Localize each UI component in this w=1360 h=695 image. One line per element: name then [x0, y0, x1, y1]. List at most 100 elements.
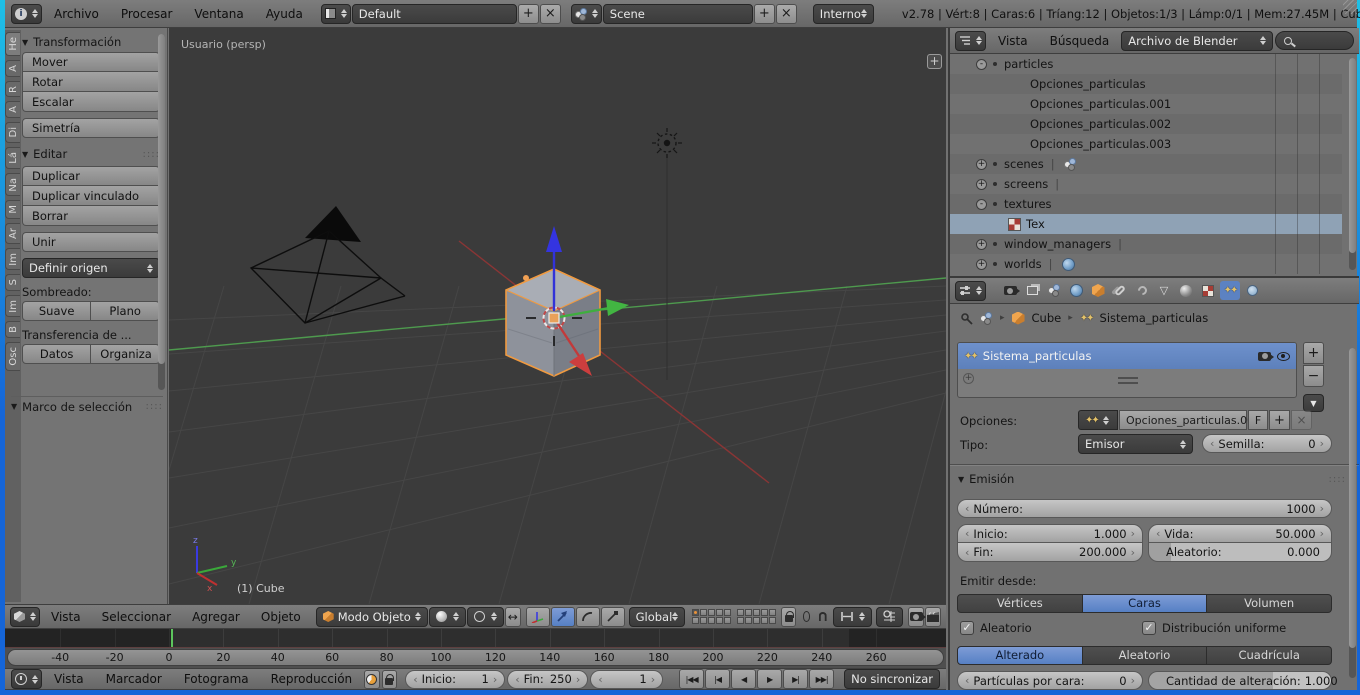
panel-header-border-select[interactable]: ▼ Marco de selección:::: — [11, 396, 163, 416]
panel-header-edit[interactable]: ▼ Editar:::: — [22, 142, 160, 166]
menu-ayuda[interactable]: Ayuda — [256, 2, 313, 26]
timeline-hscrollbar[interactable] — [7, 649, 944, 666]
screen-layout-icon-button[interactable] — [320, 3, 351, 24]
filter-plus-icon[interactable]: + — [963, 373, 974, 384]
menu-objeto[interactable]: Objeto — [251, 605, 311, 629]
tab-render-icon[interactable] — [1000, 281, 1020, 300]
add-particle-system-button[interactable]: + — [1303, 342, 1324, 364]
region-expand-plus-button[interactable]: + — [927, 54, 942, 69]
panel-drag-dots[interactable]: :::: — [146, 401, 163, 412]
play-button[interactable]: ▶ — [757, 669, 783, 689]
visibility-eye-icon[interactable] — [1277, 351, 1290, 361]
pin-icon[interactable] — [960, 312, 973, 325]
layer-cell[interactable] — [692, 609, 700, 616]
expand-icon[interactable]: + — [976, 158, 987, 170]
current-frame-field[interactable]: ‹ 1 › — [590, 669, 664, 689]
tab-modifiers-icon[interactable] — [1132, 281, 1152, 300]
preview-range-button[interactable] — [364, 669, 380, 689]
add-layout-button[interactable]: + — [517, 3, 539, 24]
outliner-item-Opciones_particulas.001[interactable]: Opciones_particulas.001 — [950, 94, 1342, 114]
remove-particle-system-button[interactable]: − — [1303, 365, 1324, 387]
frame-start-field[interactable]: ‹ Inicio: 1 › — [405, 669, 506, 689]
jump-to-end-button[interactable]: ▶▶| — [809, 669, 835, 689]
tool-shelf-scrollbar[interactable] — [158, 34, 165, 390]
opengl-render-button[interactable] — [908, 606, 926, 627]
proportional-edit-icon[interactable] — [802, 611, 811, 622]
render-toggle-icon[interactable] — [1258, 351, 1274, 361]
lamp-object[interactable] — [652, 128, 682, 158]
add-scene-button[interactable]: + — [753, 3, 775, 24]
menu-agregar[interactable]: Agregar — [182, 605, 250, 629]
next-keyframe-button[interactable]: ▶| — [783, 669, 809, 689]
breadcrumb-object-icon[interactable] — [1011, 311, 1025, 325]
sync-mode-dropdown[interactable]: No sincronizar — [844, 669, 940, 689]
outliner-display-mode-dropdown[interactable]: Archivo de Blender — [1121, 30, 1274, 51]
tipo-dropdown[interactable]: Emisor — [1078, 434, 1193, 454]
lock-frame-button[interactable] — [381, 669, 398, 689]
tool-tab-lá-5[interactable]: Lá — [5, 146, 20, 169]
settings-browse-dropdown[interactable]: ✦✦ — [1078, 410, 1118, 430]
dist-cuadricula-toggle[interactable]: Cuadrícula — [1207, 646, 1333, 665]
breadcrumb-scene-icon[interactable] — [980, 311, 993, 325]
outliner-scrollbar[interactable] — [1349, 58, 1356, 270]
unlink-settings-button-disabled[interactable]: × — [1291, 410, 1312, 430]
outliner-item-window_managers[interactable]: + window_managers | — [950, 234, 1342, 254]
duplicar-vinculado-button[interactable]: Duplicar vinculado — [22, 186, 160, 206]
snap-peel-button[interactable] — [876, 606, 904, 627]
camera-object[interactable] — [249, 206, 406, 324]
new-settings-button[interactable]: + — [1269, 410, 1290, 430]
tool-tab-he-0[interactable]: He — [5, 32, 20, 56]
timeline-tracks[interactable] — [5, 629, 946, 648]
settings-name-field[interactable]: Opciones_particulas.003 — [1119, 410, 1261, 430]
outliner-item-Opciones_particulas.003[interactable]: Opciones_particulas.003 — [950, 134, 1342, 154]
tab-object-icon[interactable] — [1088, 281, 1108, 300]
prev-keyframe-button[interactable]: |◀ — [705, 669, 731, 689]
scene-icon-button[interactable] — [570, 3, 602, 24]
expand-icon[interactable]: + — [976, 238, 987, 250]
particle-system-list-empty-area[interactable]: + — [958, 369, 1296, 397]
layer-cell[interactable] — [769, 609, 777, 616]
tool-tab-r-2[interactable]: R — [5, 80, 20, 98]
close-scene-button[interactable]: × — [775, 3, 797, 24]
particulas-por-cara-field[interactable]: ‹ Partículas por cara: 0 › — [957, 671, 1143, 690]
tab-world-icon[interactable] — [1066, 281, 1086, 300]
collapse-icon[interactable]: - — [976, 58, 987, 70]
inicio-field[interactable]: ‹ Inicio: 1.000 › — [957, 524, 1143, 543]
expand-icon[interactable]: + — [976, 258, 987, 270]
tool-tab-osc-13[interactable]: Osc — [5, 342, 20, 371]
editor-type-button-timeline[interactable] — [11, 669, 42, 689]
expand-icon[interactable]: + — [976, 178, 987, 190]
fake-user-button[interactable]: F — [1248, 410, 1268, 430]
outliner-item-worlds[interactable]: + worlds | — [950, 254, 1342, 274]
render-engine-select[interactable]: Interno — [812, 3, 874, 24]
frame-end-field[interactable]: ‹ Fin: 250 › — [507, 669, 589, 689]
outliner-item-textures[interactable]: - textures — [950, 194, 1342, 214]
manipulator-toggle-button[interactable] — [525, 606, 550, 627]
outliner-item-scenes[interactable]: + scenes | — [950, 154, 1342, 174]
tab-constraints-icon[interactable] — [1110, 281, 1130, 300]
layer-cell[interactable] — [753, 609, 761, 616]
layer-cell[interactable] — [708, 617, 716, 624]
tab-scene-icon[interactable] — [1044, 281, 1064, 300]
editor-type-button-outliner[interactable] — [955, 30, 986, 51]
current-frame-line[interactable] — [170, 629, 173, 647]
plano-button[interactable]: Plano — [91, 301, 160, 321]
opengl-animation-button[interactable] — [925, 606, 942, 627]
close-layout-button[interactable]: × — [539, 3, 561, 24]
escalar-button[interactable]: Escalar — [22, 92, 160, 112]
mode-dropdown[interactable]: Modo Objeto — [315, 606, 428, 627]
tool-tab-im-9[interactable]: Im — [5, 247, 20, 271]
pivot-dropdown[interactable] — [466, 606, 504, 627]
tab-physics-icon[interactable] — [1242, 281, 1262, 300]
jump-to-start-button[interactable]: |◀◀ — [679, 669, 705, 689]
scene-name-field[interactable]: Scene — [602, 3, 753, 24]
menu-busqueda[interactable]: Búsqueda — [1040, 29, 1120, 53]
snap-magnet-icon[interactable] — [819, 612, 828, 621]
breadcrumb-object-name[interactable]: Cube — [1032, 311, 1062, 325]
tool-tab-di-4[interactable]: Di — [5, 122, 20, 143]
viewport-shading-dropdown[interactable] — [428, 606, 466, 627]
unir-button[interactable]: Unir — [22, 232, 160, 252]
suave-button[interactable]: Suave — [22, 301, 92, 321]
layer-cell[interactable] — [769, 617, 777, 624]
panel-header-emission[interactable]: ▼ Emisión :::: — [958, 470, 1346, 488]
